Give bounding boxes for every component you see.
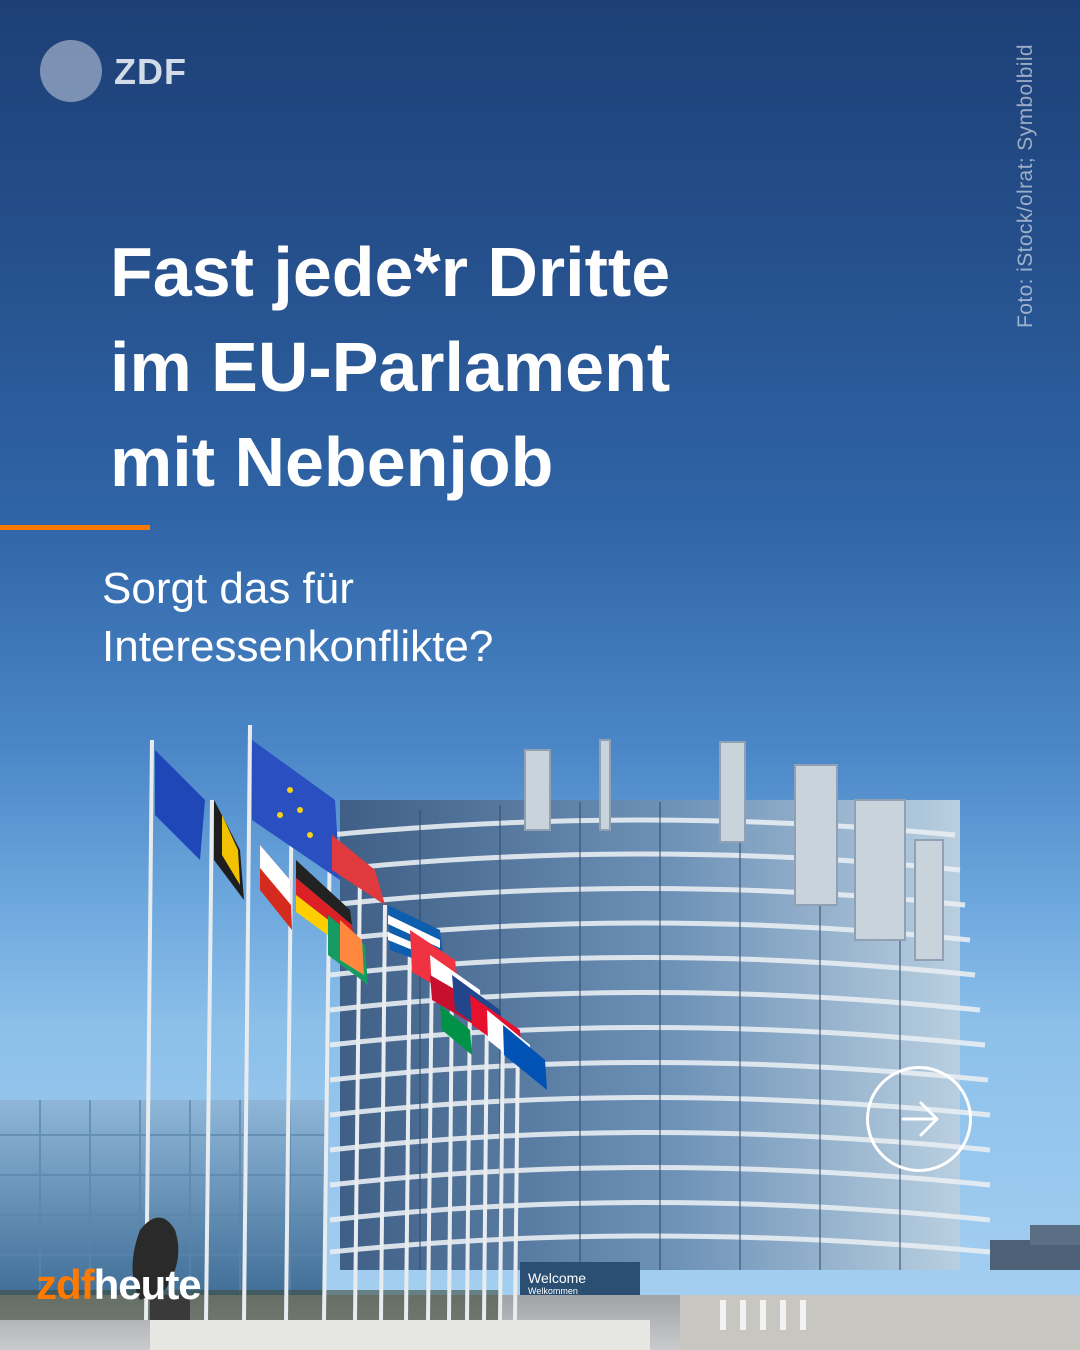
building-sign-welkommen: Welkommen xyxy=(528,1286,578,1296)
subline-line-1: Sorgt das für xyxy=(102,564,354,613)
zdf-logo-disc xyxy=(40,40,102,102)
subline: Sorgt das für Interessenkonflikte? xyxy=(102,560,1002,676)
zdfheute-logo-heute: heute xyxy=(93,1261,202,1308)
zdfheute-logo: zdfheute xyxy=(36,1261,202,1308)
building-sign-welcome: Welcome xyxy=(528,1270,586,1286)
headline-line-1: Fast jede*r Dritte xyxy=(110,233,671,311)
arrow-right-icon xyxy=(901,1101,939,1137)
headline: Fast jede*r Dritte im EU-Parlament mit N… xyxy=(110,225,950,510)
headline-line-2: im EU-Parlament xyxy=(110,328,671,406)
post-card: Welcome Welkommen ZDF Foto: iStock/olrat… xyxy=(0,0,1080,1350)
zdf-logo-text: ZDF xyxy=(114,51,187,92)
next-slide-button[interactable] xyxy=(866,1066,972,1172)
subline-line-2: Interessenkonflikte? xyxy=(102,622,494,671)
photo-credit: Foto: iStock/olrat; Symbolbild xyxy=(1014,44,1037,328)
zdfheute-logo-zdf: zdf xyxy=(36,1261,95,1308)
headline-line-3: mit Nebenjob xyxy=(110,423,554,501)
accent-divider xyxy=(0,525,150,530)
zdf-logo: ZDF xyxy=(40,40,186,102)
